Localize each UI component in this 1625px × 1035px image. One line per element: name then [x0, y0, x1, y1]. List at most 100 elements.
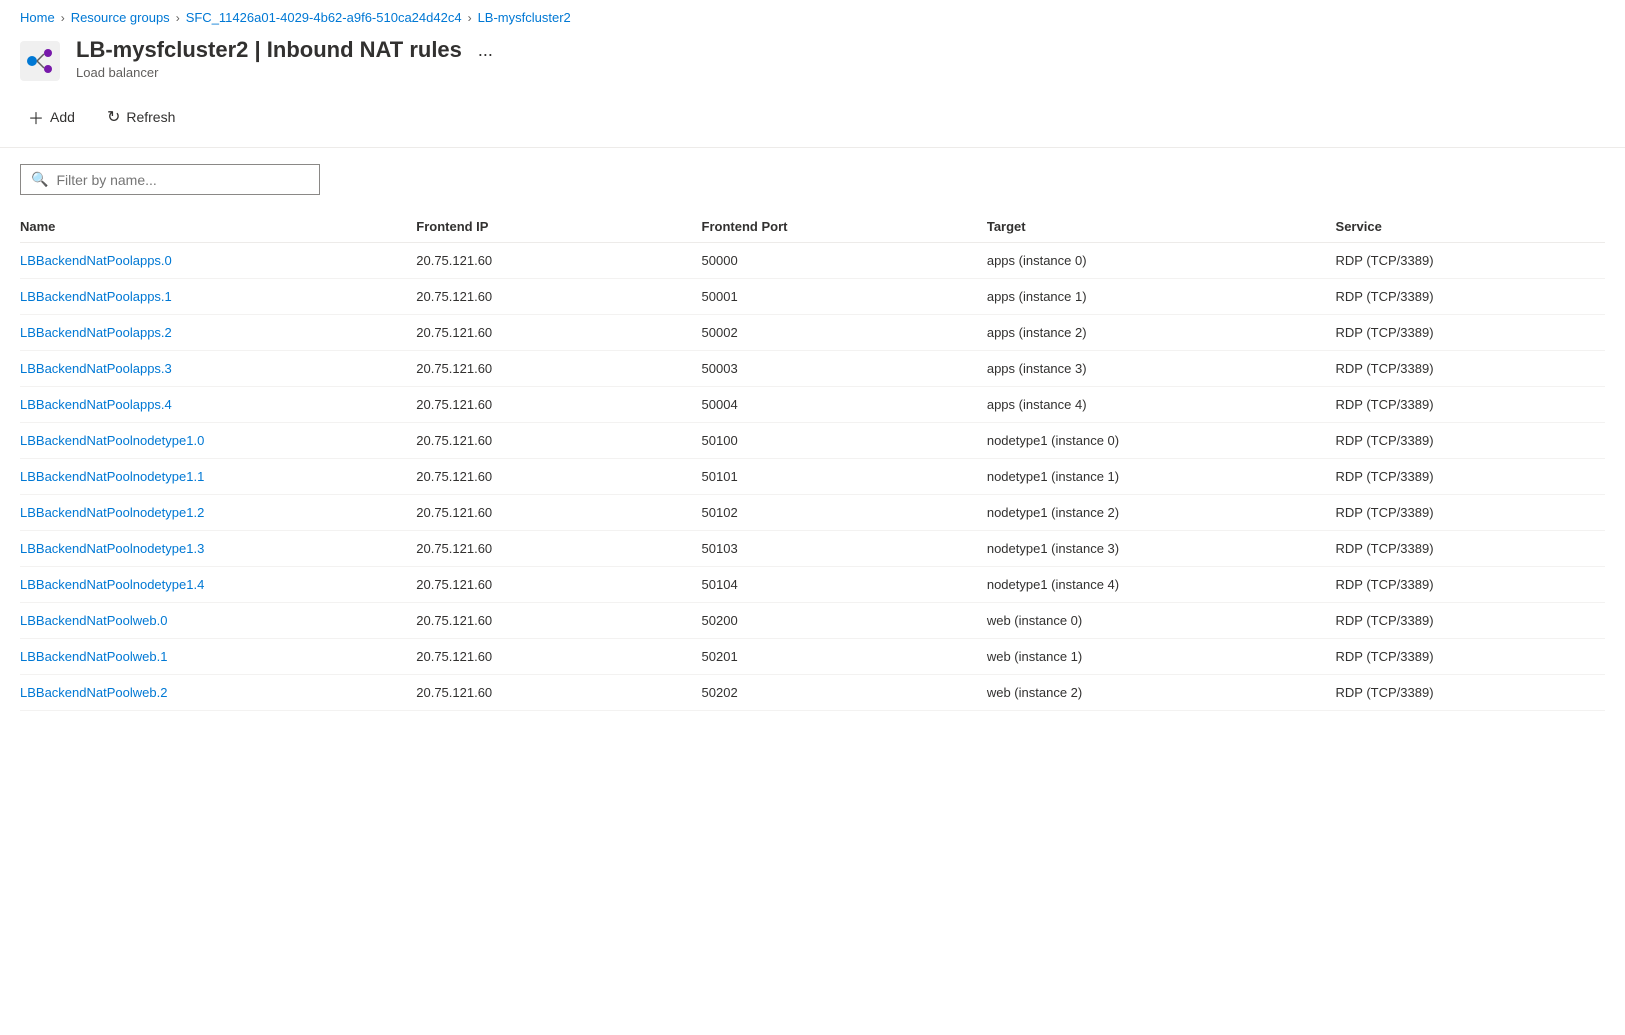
- frontend-ip-cell: 20.75.121.60: [416, 639, 701, 675]
- refresh-icon: ↻: [107, 107, 120, 127]
- table-row: LBBackendNatPoolweb.020.75.121.6050200we…: [20, 603, 1605, 639]
- nat-rule-link[interactable]: LBBackendNatPoolnodetype1.3: [20, 541, 204, 556]
- breadcrumb-sep-3: ›: [468, 11, 472, 25]
- breadcrumb-sep-2: ›: [176, 11, 180, 25]
- nat-rules-table: Name Frontend IP Frontend Port Target Se…: [20, 211, 1605, 711]
- breadcrumb-lb[interactable]: LB-mysfcluster2: [478, 10, 571, 25]
- frontend-ip-cell: 20.75.121.60: [416, 243, 701, 279]
- refresh-button[interactable]: ↻ Refresh: [99, 101, 183, 133]
- nat-rule-link[interactable]: LBBackendNatPoolapps.3: [20, 361, 172, 376]
- frontend-port-cell: 50000: [702, 243, 987, 279]
- target-cell: nodetype1 (instance 2): [987, 495, 1336, 531]
- nat-rule-link[interactable]: LBBackendNatPoolweb.2: [20, 685, 167, 700]
- breadcrumb-home[interactable]: Home: [20, 10, 55, 25]
- page-header: LB-mysfcluster2 | Inbound NAT rules ... …: [0, 31, 1625, 95]
- frontend-ip-cell: 20.75.121.60: [416, 351, 701, 387]
- nat-rule-link[interactable]: LBBackendNatPoolapps.2: [20, 325, 172, 340]
- add-button[interactable]: ＋ Add: [20, 99, 83, 135]
- service-cell: RDP (TCP/3389): [1336, 675, 1605, 711]
- search-icon: 🔍: [31, 171, 48, 188]
- target-cell: web (instance 0): [987, 603, 1336, 639]
- target-cell: apps (instance 4): [987, 387, 1336, 423]
- frontend-ip-cell: 20.75.121.60: [416, 423, 701, 459]
- nat-rule-link[interactable]: LBBackendNatPoolapps.4: [20, 397, 172, 412]
- filter-input[interactable]: [56, 172, 309, 188]
- breadcrumb-resource-groups[interactable]: Resource groups: [71, 10, 170, 25]
- table-row: LBBackendNatPoolweb.1 20.75.121.6050201we…: [20, 639, 1605, 675]
- frontend-port-cell: 50102: [702, 495, 987, 531]
- frontend-ip-cell: 20.75.121.60: [416, 459, 701, 495]
- page-title: LB-mysfcluster2 | Inbound NAT rules ...: [76, 37, 1605, 63]
- service-cell: RDP (TCP/3389): [1336, 459, 1605, 495]
- nat-rule-link[interactable]: LBBackendNatPoolweb.1: [20, 649, 167, 664]
- frontend-port-cell: 50001: [702, 279, 987, 315]
- frontend-port-cell: 50201: [702, 639, 987, 675]
- target-cell: nodetype1 (instance 3): [987, 531, 1336, 567]
- nat-rule-link[interactable]: LBBackendNatPoolweb.0: [20, 613, 167, 628]
- filter-box[interactable]: 🔍: [20, 164, 320, 195]
- nat-rule-link[interactable]: LBBackendNatPoolnodetype1.1: [20, 469, 204, 484]
- frontend-ip-cell: 20.75.121.60: [416, 567, 701, 603]
- frontend-ip-cell: 20.75.121.60: [416, 675, 701, 711]
- col-header-frontend-port: Frontend Port: [702, 211, 987, 243]
- target-cell: nodetype1 (instance 0): [987, 423, 1336, 459]
- target-cell: apps (instance 1): [987, 279, 1336, 315]
- target-cell: apps (instance 2): [987, 315, 1336, 351]
- table-body: LBBackendNatPoolapps.020.75.121.6050000a…: [20, 243, 1605, 711]
- col-header-target: Target: [987, 211, 1336, 243]
- table-row: LBBackendNatPoolnodetype1.0 20.75.121.605…: [20, 423, 1605, 459]
- frontend-port-cell: 50100: [702, 423, 987, 459]
- frontend-port-cell: 50202: [702, 675, 987, 711]
- col-header-service: Service: [1336, 211, 1605, 243]
- table-row: LBBackendNatPoolnodetype1.320.75.121.605…: [20, 531, 1605, 567]
- refresh-label: Refresh: [126, 109, 175, 125]
- table-row: LBBackendNatPoolnodetype1.2 20.75.121.605…: [20, 495, 1605, 531]
- nat-rule-link[interactable]: LBBackendNatPoolnodetype1.4: [20, 577, 204, 592]
- breadcrumb-sep-1: ›: [61, 11, 65, 25]
- service-cell: RDP (TCP/3389): [1336, 279, 1605, 315]
- frontend-port-cell: 50104: [702, 567, 987, 603]
- nat-rule-link[interactable]: LBBackendNatPoolapps.0: [20, 253, 172, 268]
- nat-rule-link[interactable]: LBBackendNatPoolnodetype1.0: [20, 433, 204, 448]
- target-cell: web (instance 1): [987, 639, 1336, 675]
- frontend-port-cell: 50103: [702, 531, 987, 567]
- table-row: LBBackendNatPoolapps.3 20.75.121.6050003a…: [20, 351, 1605, 387]
- target-cell: nodetype1 (instance 4): [987, 567, 1336, 603]
- target-cell: apps (instance 3): [987, 351, 1336, 387]
- frontend-ip-cell: 20.75.121.60: [416, 315, 701, 351]
- service-cell: RDP (TCP/3389): [1336, 351, 1605, 387]
- table-row: LBBackendNatPoolapps.1 20.75.121.6050001a…: [20, 279, 1605, 315]
- service-cell: RDP (TCP/3389): [1336, 531, 1605, 567]
- nat-rule-link[interactable]: LBBackendNatPoolnodetype1.2: [20, 505, 204, 520]
- frontend-ip-cell: 20.75.121.60: [416, 603, 701, 639]
- table-row: LBBackendNatPoolweb.2 20.75.121.6050202we…: [20, 675, 1605, 711]
- target-cell: apps (instance 0): [987, 243, 1336, 279]
- page-title-text: LB-mysfcluster2 | Inbound NAT rules: [76, 37, 462, 63]
- breadcrumb-subscription[interactable]: SFC_11426a01-4029-4b62-a9f6-510ca24d42c4: [186, 10, 462, 25]
- frontend-ip-cell: 20.75.121.60: [416, 387, 701, 423]
- frontend-port-cell: 50002: [702, 315, 987, 351]
- table-row: LBBackendNatPoolnodetype1.4 20.75.121.605…: [20, 567, 1605, 603]
- frontend-ip-cell: 20.75.121.60: [416, 279, 701, 315]
- frontend-port-cell: 50004: [702, 387, 987, 423]
- col-header-name: Name: [20, 211, 416, 243]
- resource-type-label: Load balancer: [76, 65, 1605, 80]
- ellipsis-button[interactable]: ...: [472, 38, 499, 63]
- content-area: 🔍 Name Frontend IP Frontend Port Target …: [0, 148, 1625, 727]
- service-cell: RDP (TCP/3389): [1336, 639, 1605, 675]
- service-cell: RDP (TCP/3389): [1336, 387, 1605, 423]
- frontend-ip-cell: 20.75.121.60: [416, 495, 701, 531]
- target-cell: web (instance 2): [987, 675, 1336, 711]
- service-cell: RDP (TCP/3389): [1336, 603, 1605, 639]
- table-row: LBBackendNatPoolapps.0 20.75.121.6050000a…: [20, 243, 1605, 279]
- frontend-port-cell: 50003: [702, 351, 987, 387]
- service-cell: RDP (TCP/3389): [1336, 315, 1605, 351]
- nat-rule-link[interactable]: LBBackendNatPoolapps.1: [20, 289, 172, 304]
- table-row: LBBackendNatPoolapps.2 20.75.121.6050002a…: [20, 315, 1605, 351]
- table-row: LBBackendNatPoolapps.4 20.75.121.6050004a…: [20, 387, 1605, 423]
- toolbar: ＋ Add ↻ Refresh: [0, 95, 1625, 148]
- service-cell: RDP (TCP/3389): [1336, 567, 1605, 603]
- breadcrumb: Home › Resource groups › SFC_11426a01-40…: [0, 0, 1625, 31]
- service-cell: RDP (TCP/3389): [1336, 423, 1605, 459]
- col-header-frontend-ip: Frontend IP: [416, 211, 701, 243]
